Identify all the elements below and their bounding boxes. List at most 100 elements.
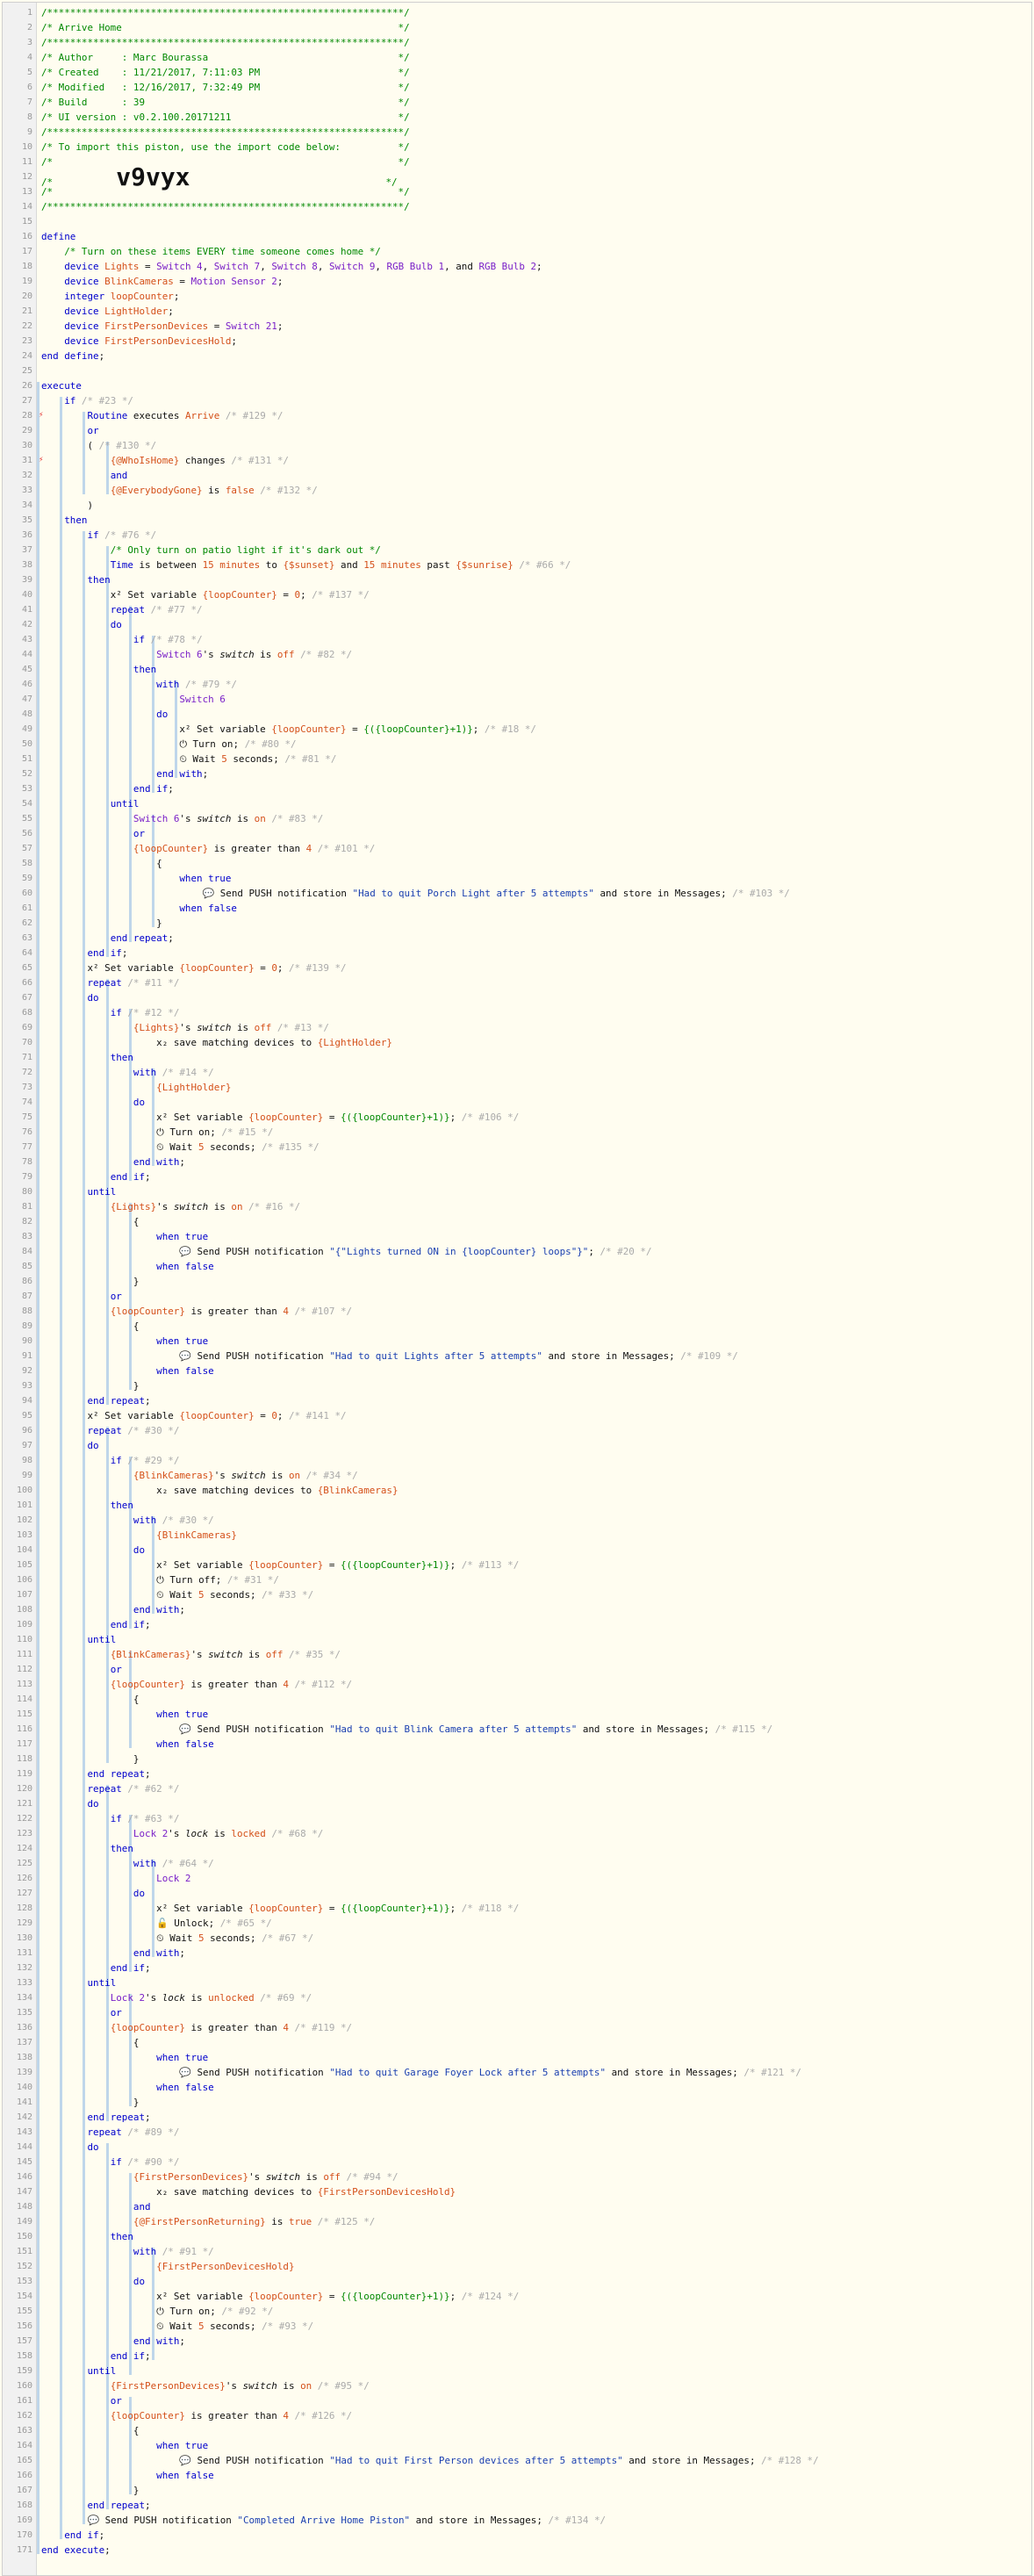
code-line: 💬 Send PUSH notification "Had to quit Li… <box>179 1350 738 1362</box>
line-number: 128 <box>16 1903 32 1913</box>
line-number: 124 <box>16 1844 32 1853</box>
line-number: 60 <box>21 889 32 898</box>
line-number: 39 <box>21 575 32 585</box>
code-line: end with; <box>133 2335 185 2347</box>
line-number: 18 <box>21 262 32 271</box>
code-line: Lock 2's lock is unlocked /* #69 */ <box>110 1992 312 2004</box>
line-number: 43 <box>21 635 32 644</box>
line-number: 86 <box>21 1277 32 1286</box>
line-number: 134 <box>16 1993 32 2003</box>
code-line: if /* #23 */ <box>64 395 133 407</box>
line-number: 156 <box>16 2321 32 2331</box>
code-line: x² Set variable {loopCounter} = 0; /* #1… <box>87 962 347 974</box>
line-number: 68 <box>21 1008 32 1018</box>
code-line: ⚡ Routine executes Arrive /* #129 */ <box>39 410 284 421</box>
line-number: 29 <box>21 426 32 435</box>
code-line: {FirstPersonDevicesHold} <box>156 2261 295 2272</box>
line-number: 78 <box>21 1157 32 1167</box>
code-line: {BlinkCameras}'s switch is off /* #35 */ <box>110 1649 341 1660</box>
code-line: { <box>41 1216 140 1227</box>
code-line: or <box>110 1291 122 1302</box>
code-line: end with; <box>156 768 209 780</box>
line-number: 9 <box>26 127 32 137</box>
code-line: if /* #78 */ <box>133 634 203 645</box>
line-number: 132 <box>16 1963 32 1973</box>
code-line: end repeat; <box>87 1768 151 1780</box>
line-number: 31 <box>21 456 32 465</box>
line-number: 58 <box>21 859 32 868</box>
code-line: do <box>133 1097 146 1108</box>
code-line: } <box>41 2097 140 2108</box>
line-number: 103 <box>16 1530 32 1540</box>
line-number: 19 <box>21 277 32 286</box>
line-number: 30 <box>21 441 32 450</box>
line-number: 166 <box>16 2471 32 2480</box>
code-line: when true <box>156 2440 209 2451</box>
line-number: 66 <box>21 978 32 988</box>
code-line: if /* #90 */ <box>110 2156 180 2168</box>
line-number: 105 <box>16 1560 32 1570</box>
line-number: 34 <box>21 500 32 510</box>
line-number: 157 <box>16 2336 32 2346</box>
code-line: when true <box>156 1709 209 1720</box>
code-line: { <box>41 1320 140 1332</box>
code-line: then <box>64 514 88 526</box>
line-number: 17 <box>21 247 32 256</box>
line-number: 155 <box>16 2306 32 2316</box>
line-number: 140 <box>16 2083 32 2092</box>
code-line: 💬 Send PUSH notification "Had to quit Fi… <box>179 2455 819 2466</box>
line-number: 13 <box>21 187 32 197</box>
line-number: 25 <box>21 366 32 376</box>
code-line: /* v9vyx */ <box>41 162 398 191</box>
line-number: 90 <box>21 1336 32 1346</box>
line-number: 23 <box>21 336 32 346</box>
code-line: and <box>133 2201 151 2213</box>
code-line: /* To import this piston, use the import… <box>41 141 410 153</box>
line-number: 161 <box>16 2396 32 2406</box>
line-number: 75 <box>21 1112 32 1122</box>
code-line: then <box>110 1500 133 1511</box>
code-line: do <box>87 1440 99 1451</box>
code-line: then <box>87 574 111 586</box>
code-line: {loopCounter} is greater than 4 /* #107 … <box>110 1306 353 1317</box>
code-line: } <box>41 1753 140 1765</box>
code-line: x₂ save matching devices to {FirstPerson… <box>156 2186 456 2198</box>
line-number: 10 <box>21 142 32 152</box>
line-number: 65 <box>21 963 32 973</box>
code-body: /***************************************… <box>39 5 1031 2558</box>
code-line: ⏲ Wait 5 seconds; /* #33 */ <box>156 1589 314 1601</box>
code-line: or <box>110 2395 122 2407</box>
line-number: 123 <box>16 1829 32 1838</box>
line-number: 27 <box>21 396 32 406</box>
line-number: 50 <box>21 739 32 749</box>
code-line: end if; <box>110 1962 151 1974</box>
code-line: with /* #64 */ <box>133 1858 214 1869</box>
code-line: { <box>41 2037 140 2048</box>
line-number: 106 <box>16 1575 32 1585</box>
code-line: do <box>87 1798 99 1810</box>
line-number: 138 <box>16 2053 32 2062</box>
line-number: 158 <box>16 2351 32 2361</box>
code-line: when true <box>156 2052 209 2063</box>
code-line: {loopCounter} is greater than 4 /* #119 … <box>110 2022 353 2033</box>
line-number: 100 <box>16 1486 32 1495</box>
line-number: 40 <box>21 590 32 600</box>
code-line: Time is between 15 minutes to {$sunset} … <box>110 559 571 571</box>
code-line: /* UI version : v0.2.100.20171211 */ <box>41 112 410 123</box>
code-line: and <box>110 470 128 481</box>
line-number: 62 <box>21 918 32 928</box>
code-line: /* Build : 39 */ <box>41 97 410 108</box>
code-line: 🔓 Unlock; /* #65 */ <box>156 1918 272 1929</box>
line-number: 26 <box>21 381 32 391</box>
line-number: 151 <box>16 2247 32 2256</box>
code-line: repeat /* #77 */ <box>110 604 203 615</box>
code-line: end if; <box>110 2350 151 2362</box>
line-number: 114 <box>16 1695 32 1704</box>
line-number: 79 <box>21 1172 32 1182</box>
code-line: when false <box>156 1738 214 1750</box>
code-line: {BlinkCameras} <box>156 1529 237 1541</box>
line-number: 120 <box>16 1784 32 1794</box>
code-line: { <box>41 858 162 869</box>
code-line: } <box>41 2485 140 2496</box>
line-number: 110 <box>16 1635 32 1644</box>
